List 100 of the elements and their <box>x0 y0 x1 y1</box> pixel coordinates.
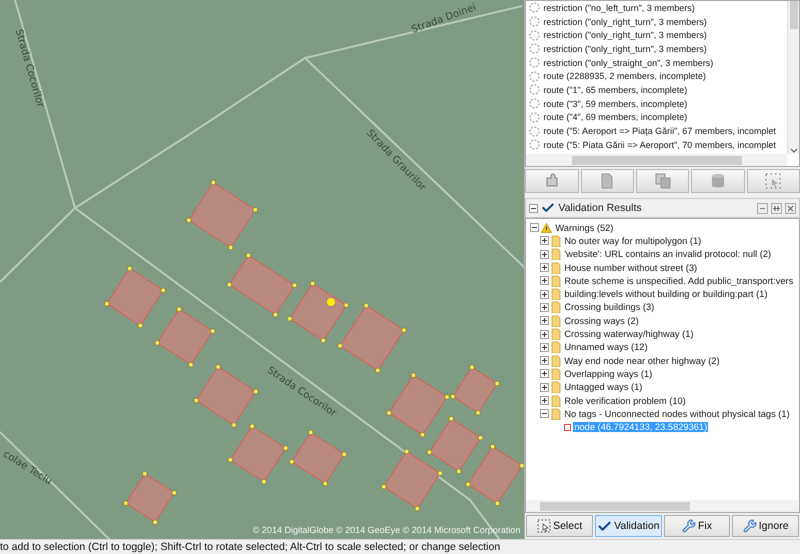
relation-item[interactable]: restriction ("only_right_turn", 3 members) <box>543 44 707 54</box>
expand-icon[interactable] <box>540 396 550 405</box>
relation-icon <box>529 57 540 68</box>
horizontal-scrollbar[interactable] <box>526 500 799 512</box>
building-outline[interactable] <box>288 281 348 343</box>
tree-item[interactable]: Untagged ways (1) <box>563 382 644 392</box>
tree-item[interactable]: House number without street (3) <box>563 262 698 273</box>
tree-item[interactable]: 'website': URL contains an invalid protocol: null (2) <box>563 249 772 260</box>
selected-node[interactable] <box>327 298 335 306</box>
vertical-scrollbar[interactable] <box>787 1 799 154</box>
warning-icon <box>541 222 552 233</box>
expand-icon[interactable] <box>540 356 550 366</box>
scroll-thumb[interactable] <box>572 156 742 164</box>
folder-icon <box>551 234 562 247</box>
relation-item[interactable]: route ("3", 59 members, incomplete) <box>543 98 688 109</box>
expand-icon[interactable] <box>540 276 550 286</box>
expand-icon[interactable] <box>540 250 550 259</box>
ignore-button[interactable]: Ignore <box>732 515 799 537</box>
folder-icon <box>551 368 562 380</box>
building-outline[interactable] <box>382 449 442 511</box>
tree-item[interactable]: building:levels without building or building:part (1) <box>563 289 768 300</box>
expand-icon[interactable] <box>540 382 550 392</box>
relation-icon <box>529 70 540 82</box>
tree-item[interactable]: Crossing ways (2) <box>563 316 640 326</box>
expand-icon[interactable] <box>540 263 550 272</box>
database-icon <box>710 173 725 189</box>
wrench-icon <box>682 519 696 533</box>
fix-button[interactable]: Fix <box>664 515 730 537</box>
check-icon <box>541 201 556 215</box>
tree-item[interactable]: Crossing buildings (3) <box>563 302 656 312</box>
close-icon[interactable] <box>785 202 796 214</box>
minimize-icon[interactable] <box>757 202 768 214</box>
folder-icon <box>551 328 562 340</box>
wrench-icon <box>742 519 757 533</box>
expand-icon[interactable] <box>540 236 550 246</box>
relation-item[interactable]: restriction ("only_right_turn", 3 members) <box>543 16 707 27</box>
collapse-icon[interactable] <box>530 223 540 232</box>
building-outline[interactable] <box>466 444 524 506</box>
relation-item[interactable]: restriction ("only_straight_on", 3 members) <box>543 58 714 68</box>
relation-item[interactable]: route ("5: Piata Gării => Aeroport", 70 members, incomplet <box>543 140 776 150</box>
scroll-thumb[interactable] <box>540 502 690 510</box>
expand-icon[interactable] <box>540 330 550 339</box>
toolbar-button[interactable] <box>746 169 800 193</box>
scroll-down-icon[interactable] <box>790 148 798 154</box>
map-attribution: © 2014 DigitalGlobe © 2014 GeoEye © 2014 Microsoft Corporation <box>252 525 520 535</box>
select-button[interactable]: Select <box>526 515 593 537</box>
selection-icon <box>537 519 552 533</box>
node-icon <box>564 424 572 431</box>
relation-item[interactable]: restriction ("no_left_turn", 3 members) <box>543 2 695 13</box>
check-icon <box>597 518 612 534</box>
tree-item[interactable]: Crossing waterway/highway (1) <box>563 329 695 340</box>
expand-icon[interactable] <box>540 369 550 378</box>
document-icon <box>600 173 614 189</box>
relation-item[interactable]: restriction ("only_right_turn", 3 members) <box>543 30 707 40</box>
expand-icon[interactable] <box>540 342 550 352</box>
tree-item[interactable]: Overlapping ways (1) <box>563 368 654 379</box>
folder-icon <box>551 274 562 287</box>
collapse-icon[interactable] <box>540 409 550 418</box>
folder-icon <box>551 354 562 367</box>
expand-icon[interactable] <box>540 290 550 299</box>
building-outline[interactable] <box>450 364 500 416</box>
relation-icon <box>529 84 540 96</box>
tree-item[interactable]: Warnings (52) <box>554 222 614 233</box>
toolbar-button[interactable] <box>525 169 579 193</box>
toolbar-button[interactable] <box>580 169 634 193</box>
relation-item[interactable]: route ("4", 69 members, incomplete) <box>543 112 688 122</box>
horizontal-scrollbar[interactable] <box>526 154 787 166</box>
tree-item[interactable]: Role verification problem (10) <box>563 396 687 406</box>
relation-item[interactable]: route ("1", 65 members, incomplete) <box>543 84 688 95</box>
relation-icon <box>529 16 540 28</box>
folder-icon <box>551 314 562 327</box>
relation-icon <box>529 98 540 110</box>
toolbar-button[interactable] <box>636 169 690 193</box>
relation-icon <box>529 43 540 54</box>
tree-item[interactable]: Unnamed ways (12) <box>563 342 649 352</box>
scroll-thumb[interactable] <box>790 1 798 29</box>
folder-icon <box>551 301 562 314</box>
status-bar: to add to selection (Ctrl to toggle); Shift-Ctrl to rotate selected; Alt-Ctrl to scale selected; or change selection <box>0 539 800 554</box>
folder-icon <box>551 262 562 274</box>
folder-icon <box>551 248 562 260</box>
expand-icon[interactable] <box>540 302 550 312</box>
pin-icon[interactable] <box>771 202 782 214</box>
folder-icon <box>551 381 562 394</box>
puzzle-icon <box>544 173 560 189</box>
building-outline[interactable] <box>104 266 166 328</box>
copy-icon <box>654 173 671 189</box>
collapse-icon[interactable] <box>529 204 538 212</box>
folder-icon <box>551 394 562 406</box>
expand-icon[interactable] <box>540 316 550 326</box>
selection-icon <box>765 173 782 189</box>
relation-item[interactable]: route ("5: Aeroport => Piața Gării", 67 members, incomplet <box>543 126 776 136</box>
relation-item[interactable]: route (2288935, 2 members, incomplete) <box>543 71 706 82</box>
toolbar-button[interactable] <box>691 169 745 193</box>
tree-item[interactable]: No tags - Unconnected nodes without physical tags (1) <box>563 408 791 419</box>
validation-button[interactable]: Validation <box>595 515 662 537</box>
tree-item[interactable]: No outer way for multipolygon (1) <box>563 236 702 246</box>
relation-icon <box>529 126 540 137</box>
tree-item[interactable]: Route scheme is unspecified. Add public_transport:vers <box>563 276 794 286</box>
tree-item[interactable]: Way end node near other highway (2) <box>563 356 721 366</box>
folder-icon <box>551 408 562 420</box>
